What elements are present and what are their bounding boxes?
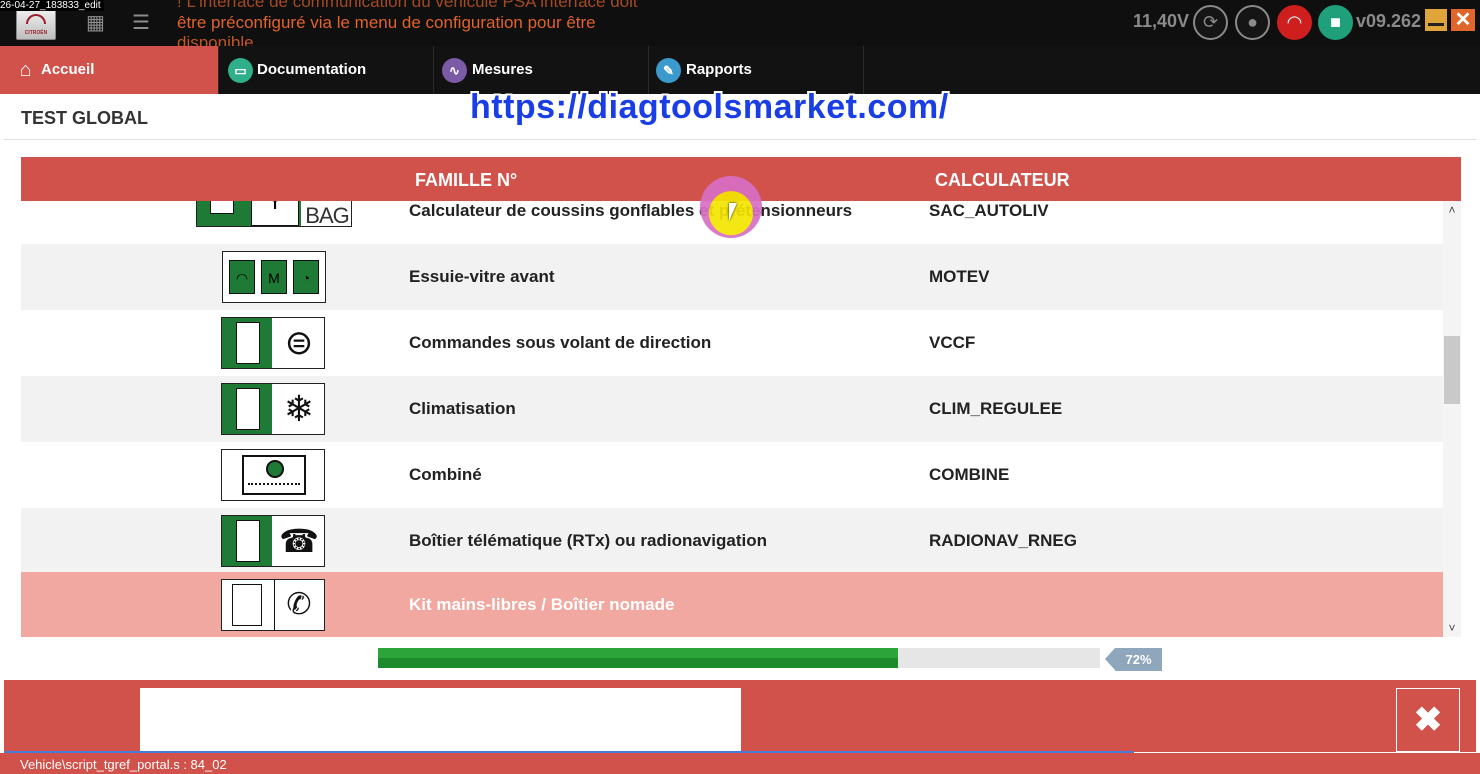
wiper-icon: ◠ M ◔ [222, 251, 326, 303]
calculateur-cell: COMBINE [929, 465, 1010, 484]
report-icon: ✎ [656, 58, 681, 83]
column-header-calculateur: CALCULATEUR [935, 170, 1070, 190]
table-scrollbar[interactable]: ˄ ˅ [1443, 201, 1461, 637]
progress-fill [378, 648, 898, 668]
lock-icon[interactable]: ■ [1318, 5, 1353, 40]
tab-label: Rapports [686, 61, 752, 78]
list-icon[interactable]: ☰ [132, 13, 150, 33]
chevron-up-icon[interactable]: ˄ [1443, 201, 1461, 219]
chevron-down-icon[interactable]: ˅ [1443, 619, 1461, 637]
footer-bar: ✖ [4, 680, 1476, 752]
table-row[interactable]: ⊜ Commandes sous volant de direction VCC… [21, 310, 1443, 376]
status-text: Vehicle\script_tgref_portal.s : 84_02 [20, 757, 227, 772]
calculateur-cell: VCCF [929, 333, 976, 352]
tab-label: Documentation [257, 61, 367, 78]
famille-cell: Calculateur de coussins gonflables et pr… [409, 201, 853, 220]
top-bar: CITROËN ▦ ☰ ! L'interface de communicati… [0, 0, 1480, 46]
calculateur-cell: CLIM_REGULEE [929, 399, 1063, 418]
column-header-famille: FAMILLE N° [415, 170, 518, 190]
ecu-table: ⚲ AIRBAG Calculateur de coussins gonflab… [21, 201, 1443, 637]
tab-label: Accueil [41, 61, 95, 78]
airbag-picto-text: AIRBAG [305, 201, 349, 227]
interface-notice: ! L'interface de communication du véhicu… [177, 0, 697, 46]
user-icon[interactable]: ● [1235, 5, 1270, 40]
version-label: v09.262 [1356, 11, 1422, 31]
calculateur-cell: MOTEV [929, 267, 990, 286]
table-row-selected[interactable]: ✆ Kit mains-libres / Boîtier nomade [21, 572, 1443, 637]
status-bar: Vehicle\script_tgref_portal.s : 84_02 [0, 753, 1480, 774]
progress-percent: 72% [1105, 648, 1162, 671]
scroll-thumb[interactable] [1444, 336, 1460, 404]
famille-cell: Kit mains-libres / Boîtier nomade [409, 595, 675, 614]
notice-line-1: ! L'interface de communication du véhicu… [177, 0, 638, 11]
calculateur-cell: RADIONAV_RNEG [929, 531, 1077, 550]
table-row[interactable]: Combiné COMBINE [21, 442, 1443, 508]
mouse-pointer-icon [729, 203, 737, 221]
table-row[interactable]: ◠ M ◔ Essuie-vitre avant MOTEV [21, 244, 1443, 310]
waveform-icon: ∿ [442, 58, 467, 83]
table-row[interactable]: ❄ Climatisation CLIM_REGULEE [21, 376, 1443, 442]
table-row[interactable]: ☎ Boîtier télématique (RTx) ou radionavi… [21, 508, 1443, 574]
battery-voltage: 11,40V [1133, 11, 1190, 31]
tab-documentation[interactable]: ▭ Documentation [219, 46, 434, 94]
close-icon[interactable]: ✖ [1396, 688, 1460, 752]
progress-bar [378, 648, 1100, 668]
page-title: TEST GLOBAL [21, 108, 148, 128]
folder-icon: ▭ [228, 58, 253, 83]
notice-line-3: disponible [177, 33, 254, 46]
nav-tabs: ⌂ Accueil ▭ Documentation ∿ Mesures ✎ Ra… [0, 46, 1480, 94]
grid-icon[interactable]: ▦ [86, 13, 105, 33]
wifi-icon[interactable]: ◠ [1277, 5, 1312, 40]
notice-line-2: être préconfiguré via le menu de configu… [177, 13, 596, 32]
refresh-icon[interactable]: ⟳ [1193, 5, 1228, 40]
famille-cell: Boîtier télématique (RTx) ou radionaviga… [409, 531, 767, 550]
watermark-url: https://diagtoolsmarket.com/ [470, 88, 949, 126]
calculateur-cell: SAC_AUTOLIV [929, 201, 1049, 220]
citroen-logo: CITROËN [16, 8, 56, 40]
handsfree-icon: ✆ [221, 579, 325, 631]
close-icon[interactable]: ✕ [1451, 9, 1475, 31]
tab-accueil[interactable]: ⌂ Accueil [0, 46, 219, 94]
famille-cell: Commandes sous volant de direction [409, 333, 712, 352]
snowflake-icon: ❄ [221, 383, 325, 435]
instrument-cluster-icon [221, 449, 325, 501]
famille-cell: Climatisation [409, 399, 516, 418]
tab-label: Mesures [472, 61, 533, 78]
steering-controls-icon: ⊜ [221, 317, 325, 369]
divider [4, 139, 1476, 140]
famille-cell: Combiné [409, 465, 482, 484]
tab-rapports[interactable]: ✎ Rapports [649, 46, 864, 94]
minimize-icon[interactable] [1425, 9, 1447, 31]
capture-label: 26-04-27_183833_edit [0, 0, 104, 11]
footer-message-panel [140, 688, 741, 752]
telephone-icon: ☎ [221, 515, 325, 567]
famille-cell: Essuie-vitre avant [409, 267, 555, 286]
tab-mesures[interactable]: ∿ Mesures [434, 46, 649, 94]
airbag-icon: ⚲ AIRBAG [196, 201, 352, 227]
home-icon: ⌂ [19, 59, 32, 81]
